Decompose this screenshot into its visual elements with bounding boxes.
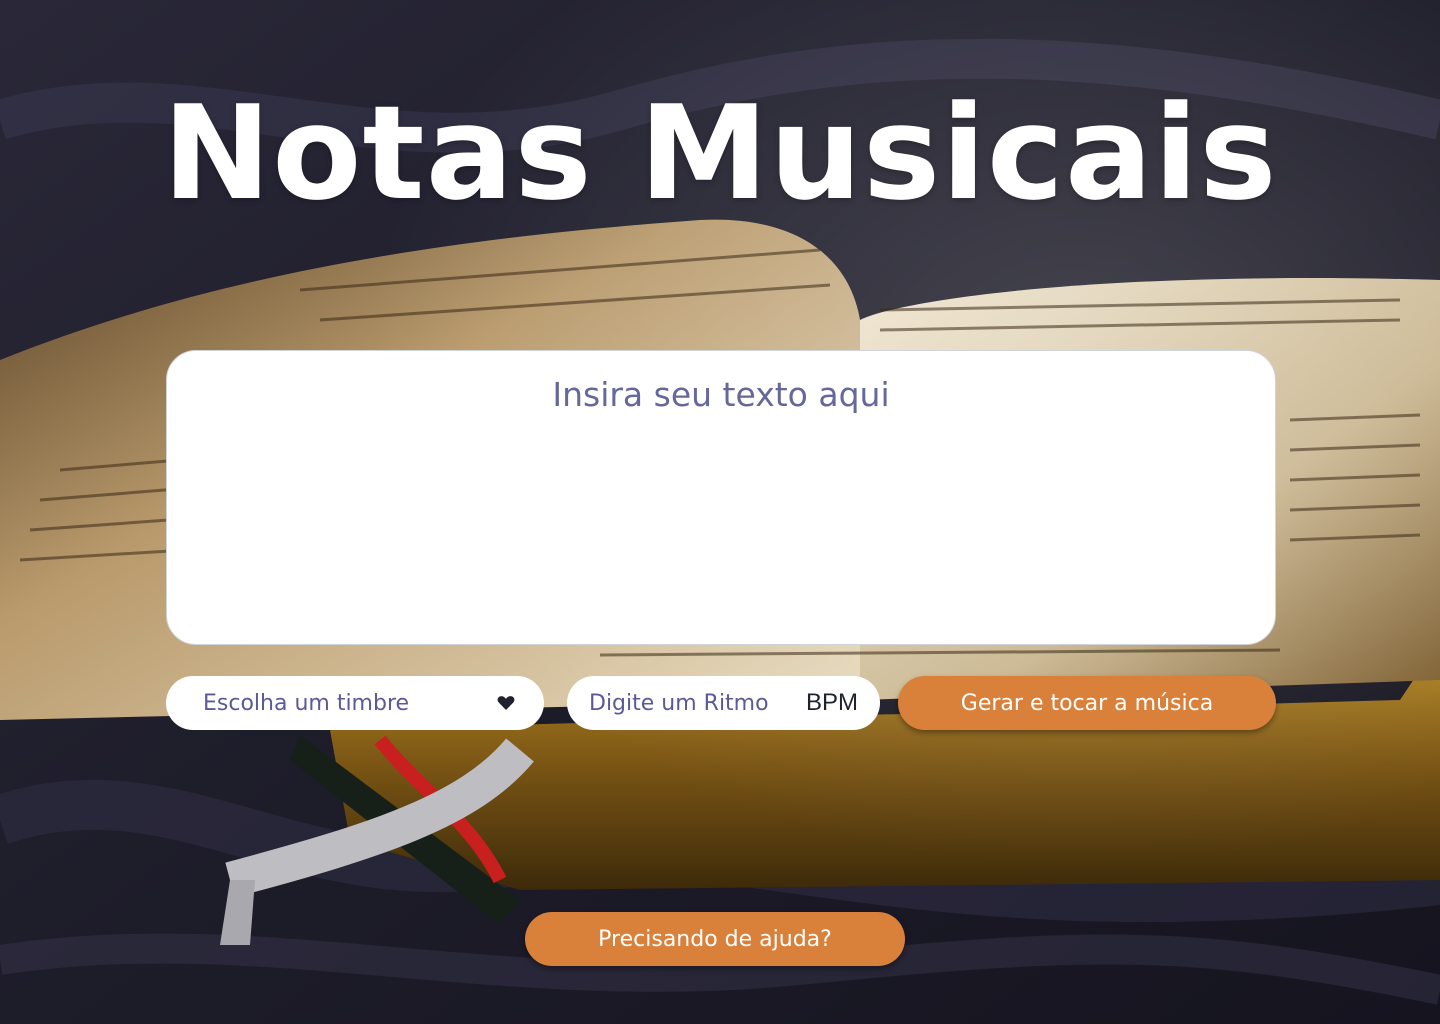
help-button[interactable]: Precisando de ajuda? xyxy=(525,912,905,966)
text-input[interactable] xyxy=(166,350,1276,645)
rhythm-input[interactable] xyxy=(587,689,791,717)
heart-icon xyxy=(496,694,516,712)
generate-play-button[interactable]: Gerar e tocar a música xyxy=(898,676,1276,730)
page-title: Notas Musicais xyxy=(162,77,1278,229)
rhythm-field: BPM xyxy=(567,676,880,730)
timbre-select[interactable]: Escolha um timbre xyxy=(166,676,544,730)
timbre-select-label: Escolha um timbre xyxy=(203,690,410,716)
bpm-unit-label: BPM xyxy=(805,689,858,716)
